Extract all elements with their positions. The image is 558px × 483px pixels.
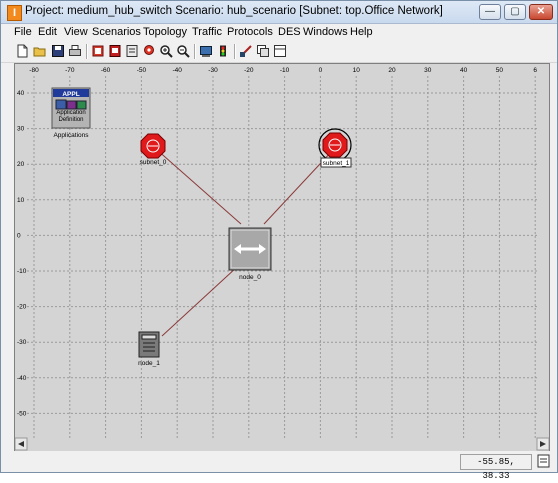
- vertical-scrollbar-arrow[interactable]: [536, 437, 549, 451]
- canvas-right-margin: [549, 63, 557, 451]
- menu-view[interactable]: View: [64, 26, 88, 38]
- node-0-label: node_0: [239, 274, 261, 281]
- x-tick-label: 6: [533, 67, 537, 74]
- menu-topology[interactable]: Topology: [143, 26, 187, 38]
- results-icon[interactable]: [238, 43, 254, 59]
- y-tick-label: -10: [17, 268, 27, 275]
- x-tick-label: 10: [353, 67, 361, 74]
- menu-scenarios[interactable]: Scenarios: [92, 26, 141, 38]
- y-tick-label: 40: [17, 90, 25, 97]
- menu-windows[interactable]: Windows: [303, 26, 348, 38]
- toolbar-separator: [194, 44, 196, 59]
- print-icon[interactable]: [67, 43, 83, 59]
- window-title: Project: medium_hub_switch Scenario: hub…: [25, 5, 443, 17]
- network-canvas-svg: -80 -70 -60 -50 -40 -30 -20 -10 0 10 20 30 40 50 6 40 30…: [15, 64, 549, 451]
- maximize-button[interactable]: ▢: [504, 4, 526, 20]
- new-project-icon[interactable]: [14, 43, 30, 59]
- x-tick-label: 40: [460, 67, 468, 74]
- title-bar[interactable]: I Project: medium_hub_switch Scenario: h…: [1, 1, 557, 24]
- app-definition-inner-text: Application Definition: [56, 110, 86, 123]
- application-definition-node[interactable]: APPL Application Definition Applications: [51, 87, 91, 139]
- y-tick-label: -30: [17, 339, 27, 346]
- x-tick-label: -60: [101, 67, 111, 74]
- y-tick-label: -40: [17, 375, 27, 382]
- locate-icon[interactable]: [141, 43, 157, 59]
- toolbar: [1, 41, 557, 63]
- y-tick-label: -20: [17, 304, 27, 311]
- export-icon[interactable]: [536, 453, 552, 469]
- toolbar-separator: [234, 44, 236, 59]
- run-sim-icon[interactable]: [215, 43, 231, 59]
- application-window: I Project: medium_hub_switch Scenario: h…: [0, 0, 558, 481]
- configure-sim-icon[interactable]: [198, 43, 214, 59]
- x-tick-label: 50: [496, 67, 504, 74]
- save-icon[interactable]: [50, 43, 66, 59]
- close-button[interactable]: ✕: [529, 4, 553, 20]
- y-tick-label: 30: [17, 126, 25, 133]
- menu-file[interactable]: File: [14, 26, 32, 38]
- failure-icon[interactable]: [124, 43, 140, 59]
- subnet-1-label: subnet_1: [323, 160, 350, 167]
- appl-badge: APPL: [62, 91, 79, 98]
- tile-windows-icon[interactable]: [272, 43, 288, 59]
- menu-traffic[interactable]: Traffic: [192, 26, 222, 38]
- x-tick-label: 20: [388, 67, 396, 74]
- menu-help[interactable]: Help: [350, 26, 373, 38]
- toolbar-separator: [86, 44, 88, 59]
- menu-edit[interactable]: Edit: [38, 26, 57, 38]
- coordinate-readout: -55.85, 38.33: [460, 454, 532, 481]
- scenario-icon[interactable]: [107, 43, 123, 59]
- menu-bar: File Edit View Scenarios Topology Traffi…: [1, 24, 557, 41]
- delete-icon[interactable]: [90, 43, 106, 59]
- x-tick-label: -70: [65, 67, 75, 74]
- node-1-label: node_1: [138, 360, 160, 367]
- node-1-workstation[interactable]: node_1: [138, 331, 160, 367]
- zoom-out-icon[interactable]: [175, 43, 191, 59]
- y-tick-label: 20: [17, 161, 25, 168]
- minimize-button[interactable]: —: [479, 4, 501, 20]
- zoom-in-icon[interactable]: [158, 43, 174, 59]
- x-tick-label: 30: [424, 67, 432, 74]
- network-canvas[interactable]: -80 -70 -60 -50 -40 -30 -20 -10 0 10 20 30 40 50 6 40 30…: [14, 63, 550, 452]
- app-grid-icon: [55, 99, 67, 110]
- x-tick-label: -80: [29, 67, 39, 74]
- canvas-left-margin: [1, 63, 13, 451]
- y-tick-label: 0: [17, 232, 21, 239]
- x-tick-label: -40: [172, 67, 182, 74]
- subnet-0-node[interactable]: subnet_0: [140, 133, 167, 166]
- y-tick-label: -50: [17, 410, 27, 417]
- subnet-0-label: subnet_0: [140, 159, 167, 166]
- opnet-app-icon[interactable]: I: [7, 5, 22, 21]
- y-tick-label: 10: [17, 197, 25, 204]
- x-tick-label: -30: [208, 67, 218, 74]
- x-tick-label: 0: [319, 67, 323, 74]
- x-tick-label: -20: [244, 67, 254, 74]
- hide-graphs-icon[interactable]: [255, 43, 271, 59]
- open-icon[interactable]: [32, 43, 48, 59]
- horizontal-scrollbar-arrow[interactable]: [15, 437, 28, 451]
- x-tick-label: -50: [137, 67, 147, 74]
- menu-des[interactable]: DES: [278, 26, 301, 38]
- status-bar: -55.85, 38.33: [1, 451, 557, 481]
- menu-protocols[interactable]: Protocols: [227, 26, 273, 38]
- applications-label: Applications: [53, 132, 89, 139]
- x-tick-label: -10: [280, 67, 290, 74]
